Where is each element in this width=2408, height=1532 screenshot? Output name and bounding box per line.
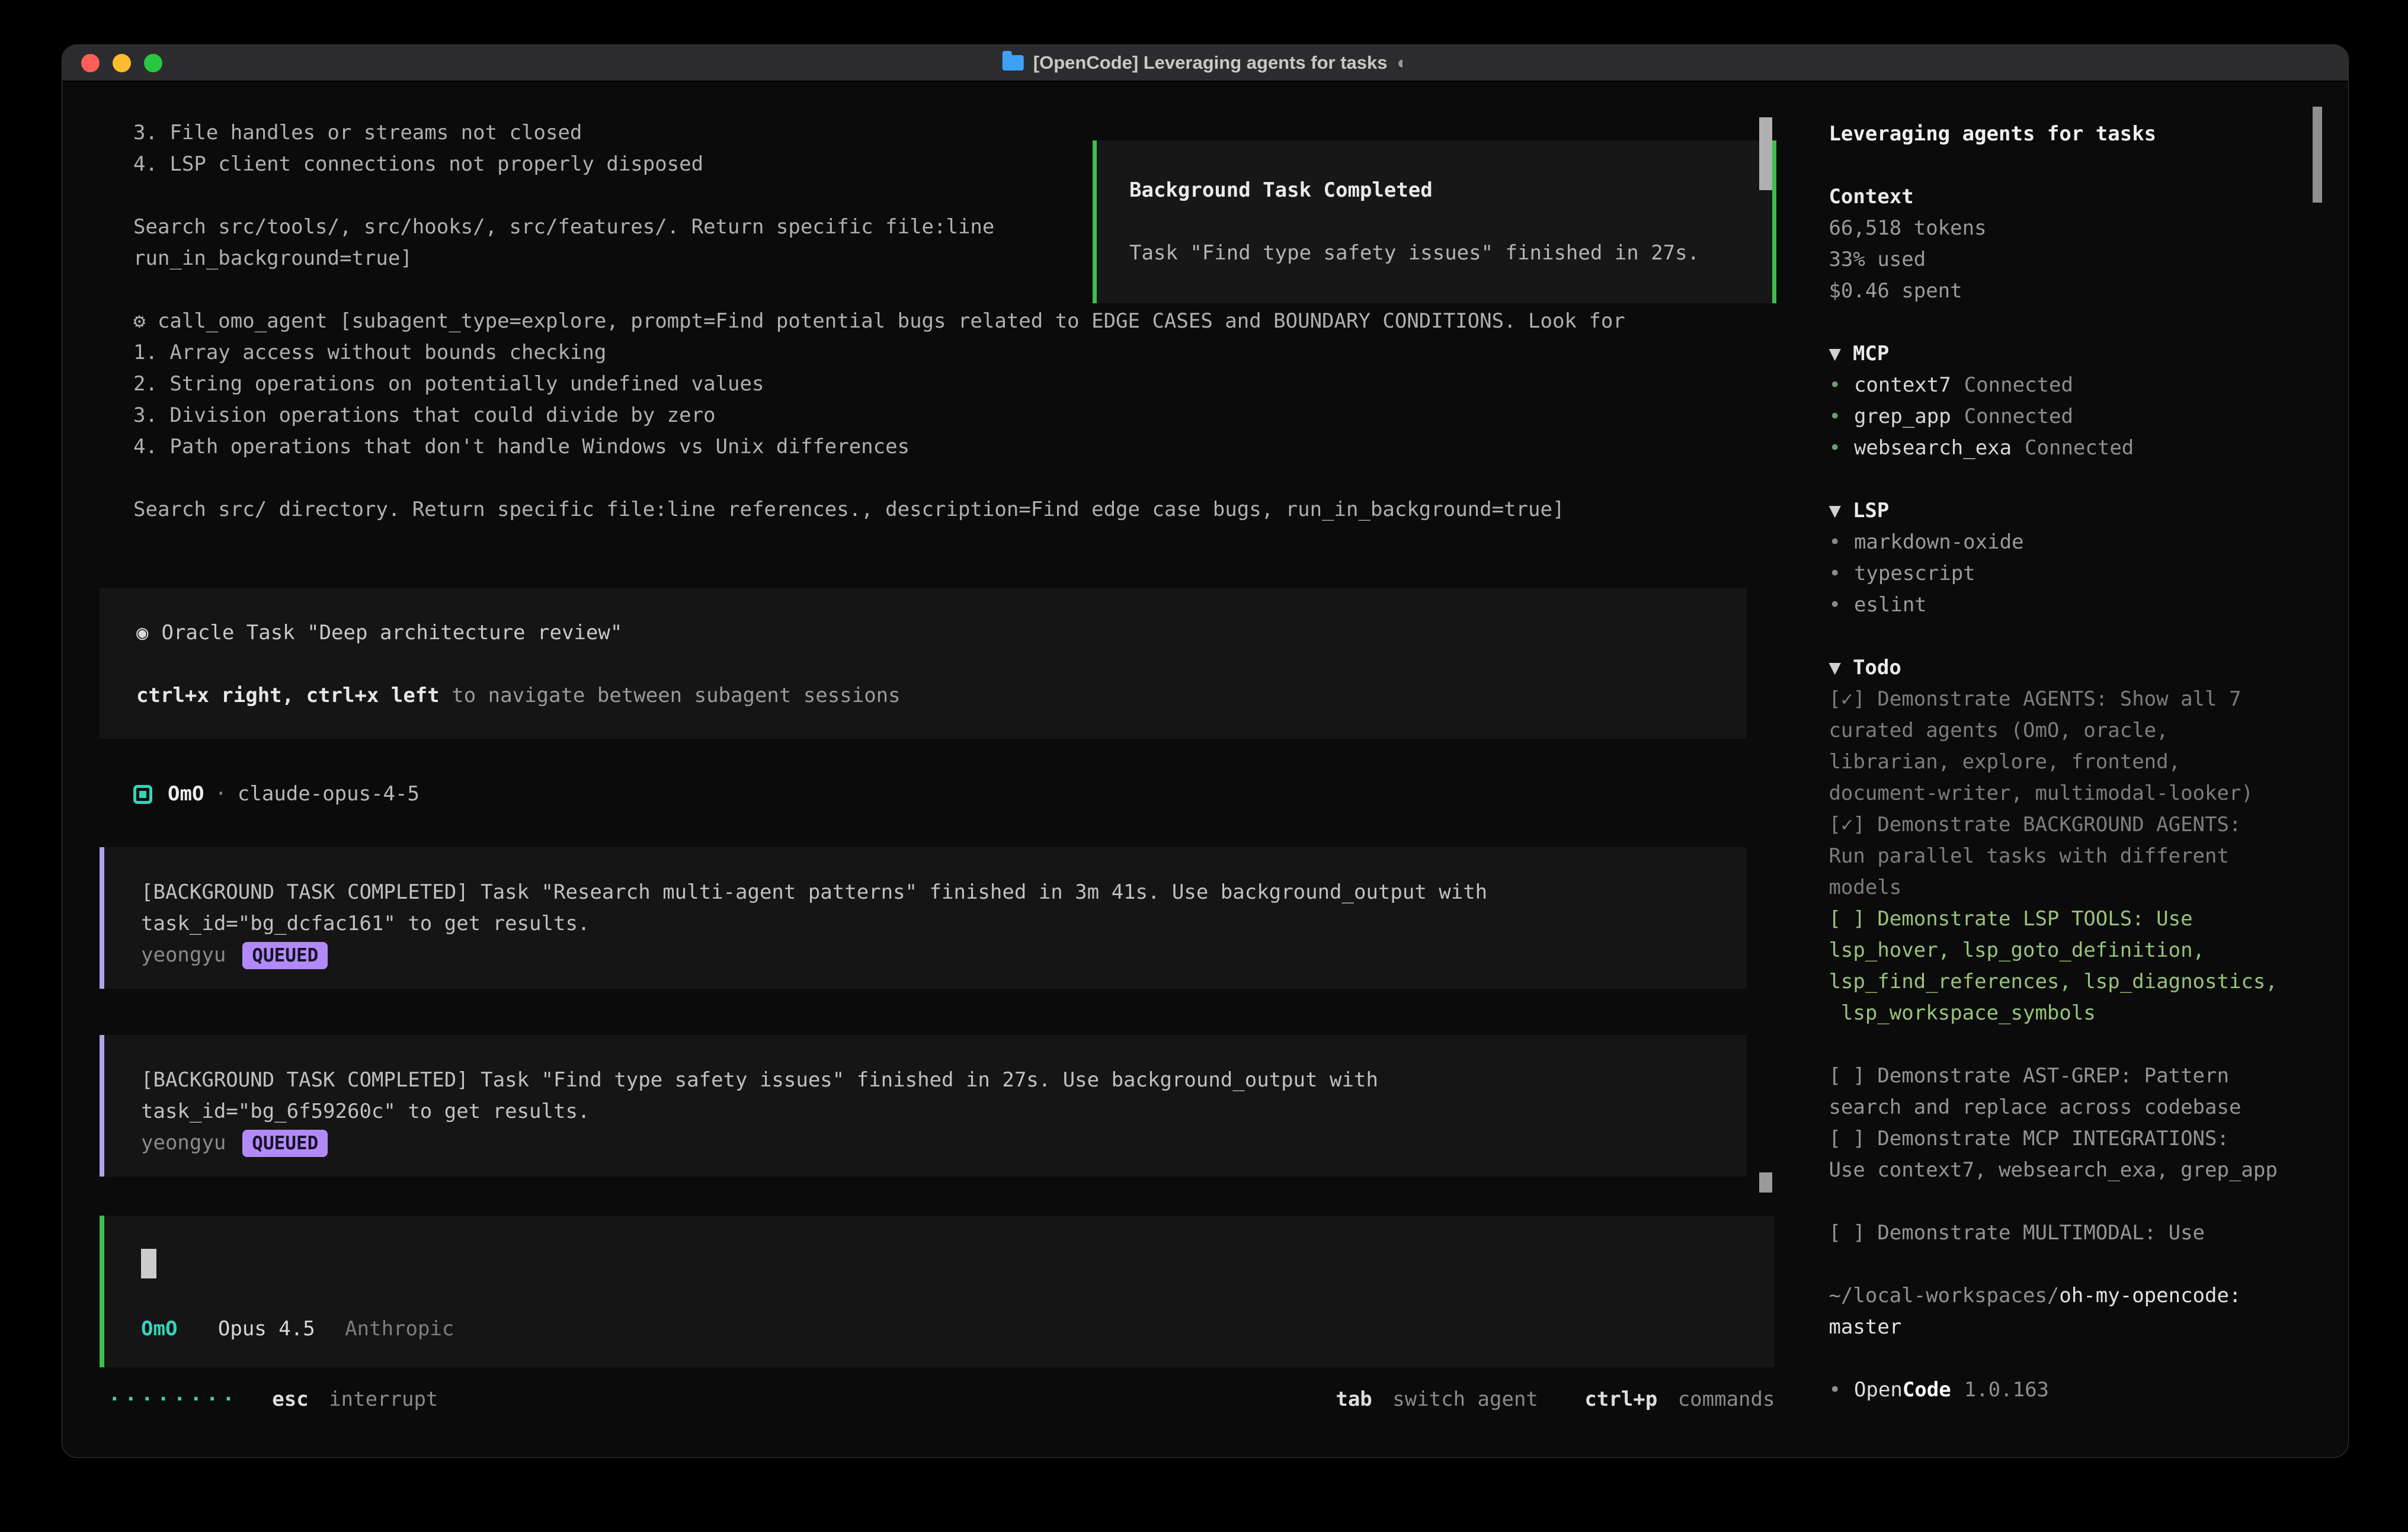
transcript-line: 4. Path operations that don't handle Win… xyxy=(133,431,1805,463)
oracle-hint-keys: ctrl+x right, ctrl+x left xyxy=(136,684,440,707)
bullet-icon: • xyxy=(1829,1378,1840,1402)
main-scrollbar-thumb-lower[interactable] xyxy=(1759,1172,1772,1193)
agent-omo-icon xyxy=(133,785,152,804)
prompt-input[interactable]: OmO Opus 4.5 Anthropic xyxy=(100,1216,1775,1367)
oracle-task-card[interactable]: ◉Oracle Task "Deep architecture review" … xyxy=(100,588,1747,739)
dot-separator-icon: · xyxy=(214,778,226,810)
workspace-path: ~/local-workspaces/oh-my-opencode: xyxy=(1829,1280,2348,1312)
close-button[interactable] xyxy=(81,54,100,72)
bullet-icon: • xyxy=(1829,562,1840,585)
status-right: tab switch agent ctrl+p commands xyxy=(1336,1384,1775,1415)
bullet-icon: • xyxy=(1829,593,1840,617)
toast-title: Background Task Completed xyxy=(1129,175,1772,206)
ctrlp-key-hint: ctrl+p xyxy=(1584,1387,1657,1411)
queued-badge: QUEUED xyxy=(242,942,328,969)
spinner-dots-icon: ········ xyxy=(108,1387,239,1411)
mcp-item: •context7Connected xyxy=(1829,370,2348,401)
oracle-task-title: Oracle Task "Deep architecture review" xyxy=(161,621,622,645)
context-tokens: 66,518 tokens xyxy=(1829,213,2348,244)
todo-section-header[interactable]: ▼Todo xyxy=(1829,652,2348,684)
todo-item-pending: [ ] Demonstrate MULTIMODAL: Use xyxy=(1829,1217,2348,1249)
app-version-footer: • OpenCode 1.0.163 xyxy=(1829,1374,2348,1406)
traffic-lights xyxy=(81,54,162,72)
message-text-line: task_id="bg_dcfac161" to get results. xyxy=(141,908,1747,940)
brand-name: Open xyxy=(1854,1378,1903,1402)
lsp-item: •typescript xyxy=(1829,558,2348,589)
message-text-line: [BACKGROUND TASK COMPLETED] Task "Find t… xyxy=(141,1065,1747,1096)
workspace-branch: master xyxy=(1829,1312,2348,1343)
message-text-line: task_id="bg_6f59260c" to get results. xyxy=(141,1096,1747,1127)
chevron-down-icon: ▼ xyxy=(1829,342,1840,366)
text-cursor xyxy=(141,1249,156,1278)
context-heading: Context xyxy=(1829,181,2348,213)
status-bar: ········ esc interrupt tab switch agent … xyxy=(62,1384,1805,1415)
tab-key-hint: tab xyxy=(1336,1387,1372,1411)
todo-item-active: [ ] Demonstrate LSP TOOLS: Use lsp_hover… xyxy=(1829,903,2348,1029)
agent-model: claude-opus-4-5 xyxy=(238,778,420,810)
message-author: yeongyu xyxy=(141,940,226,971)
todo-item-pending: [ ] Demonstrate MCP INTEGRATIONS: Use co… xyxy=(1829,1123,2348,1186)
input-model-label: Opus 4.5 xyxy=(218,1317,315,1341)
window-content: 3. File handles or streams not closed 4.… xyxy=(62,82,2348,1457)
input-meta: OmO Opus 4.5 Anthropic xyxy=(141,1313,454,1345)
conversation-pane: 3. File handles or streams not closed 4.… xyxy=(62,82,1805,1457)
zoom-button[interactable] xyxy=(144,54,162,72)
app-version: 1.0.163 xyxy=(1964,1378,2049,1402)
brand-name-bold: Code xyxy=(1903,1378,1951,1402)
bullet-icon: • xyxy=(1829,530,1840,554)
lsp-item: •markdown-oxide xyxy=(1829,527,2348,558)
transcript-line-tool-call: ⚙ call_omo_agent [subagent_type=explore,… xyxy=(133,306,1805,337)
window-title: [OpenCode] Leveraging agents for tasks ◐ xyxy=(1003,52,1408,73)
mcp-section-header[interactable]: ▼MCP xyxy=(1829,338,2348,370)
esc-key-label: interrupt xyxy=(329,1387,438,1411)
sidebar-scrollbar-thumb[interactable] xyxy=(2313,107,2322,203)
message-text-line: [BACKGROUND TASK COMPLETED] Task "Resear… xyxy=(141,877,1747,908)
sidebar: Leveraging agents for tasks Context 66,5… xyxy=(1805,82,2348,1457)
todo-item-done: [✓] Demonstrate BACKGROUND AGENTS: Run p… xyxy=(1829,809,2348,903)
input-provider-label: Anthropic xyxy=(345,1317,454,1341)
lsp-item: •eslint xyxy=(1829,589,2348,621)
session-timer-icon: ◐ xyxy=(1397,52,1408,73)
bullet-icon: • xyxy=(1829,436,1840,460)
tab-key-label: switch agent xyxy=(1392,1387,1538,1411)
folder-icon xyxy=(1003,55,1024,70)
esc-key-hint: esc xyxy=(272,1387,308,1411)
status-left: ········ esc interrupt xyxy=(108,1384,438,1415)
chevron-down-icon: ▼ xyxy=(1829,656,1840,680)
context-used: 33% used xyxy=(1829,244,2348,275)
background-task-message: [BACKGROUND TASK COMPLETED] Task "Resear… xyxy=(100,847,1747,989)
transcript-line: Search src/ directory. Return specific f… xyxy=(133,494,1805,525)
lsp-section-header[interactable]: ▼LSP xyxy=(1829,495,2348,527)
mcp-item: •grep_appConnected xyxy=(1829,401,2348,432)
sidebar-session-title: Leveraging agents for tasks xyxy=(1829,118,2348,150)
background-task-message: [BACKGROUND TASK COMPLETED] Task "Find t… xyxy=(100,1035,1747,1177)
queued-badge: QUEUED xyxy=(242,1130,328,1157)
toast-body: Task "Find type safety issues" finished … xyxy=(1129,238,1772,269)
ctrlp-key-label: commands xyxy=(1678,1387,1775,1411)
transcript-line: 1. Array access without bounds checking xyxy=(133,337,1805,368)
chevron-down-icon: ▼ xyxy=(1829,499,1840,523)
background-task-toast: Background Task Completed Task "Find typ… xyxy=(1093,140,1776,303)
transcript-line xyxy=(133,463,1805,494)
message-author: yeongyu xyxy=(141,1127,226,1159)
bullet-icon: • xyxy=(1829,405,1840,428)
oracle-icon: ◉ xyxy=(136,621,148,645)
oracle-hint-text: to navigate between subagent sessions xyxy=(440,684,901,707)
minimize-button[interactable] xyxy=(113,54,131,72)
input-agent-label: OmO xyxy=(141,1317,177,1341)
agent-header: OmO · claude-opus-4-5 xyxy=(133,778,1805,810)
window-title-text: [OpenCode] Leveraging agents for tasks xyxy=(1033,52,1388,73)
titlebar[interactable]: [OpenCode] Leveraging agents for tasks ◐ xyxy=(62,45,2348,82)
todo-item-pending: [ ] Demonstrate AST-GREP: Pattern search… xyxy=(1829,1060,2348,1123)
agent-name: OmO xyxy=(168,778,204,810)
transcript-line: 3. Division operations that could divide… xyxy=(133,400,1805,431)
transcript-line: 2. String operations on potentially unde… xyxy=(133,368,1805,400)
bullet-icon: • xyxy=(1829,373,1840,397)
mcp-item: •websearch_exaConnected xyxy=(1829,432,2348,464)
app-window: [OpenCode] Leveraging agents for tasks ◐… xyxy=(62,44,2349,1458)
todo-item-done: [✓] Demonstrate AGENTS: Show all 7 curat… xyxy=(1829,684,2348,809)
main-scrollbar-thumb[interactable] xyxy=(1759,117,1772,190)
context-spent: $0.46 spent xyxy=(1829,275,2348,307)
